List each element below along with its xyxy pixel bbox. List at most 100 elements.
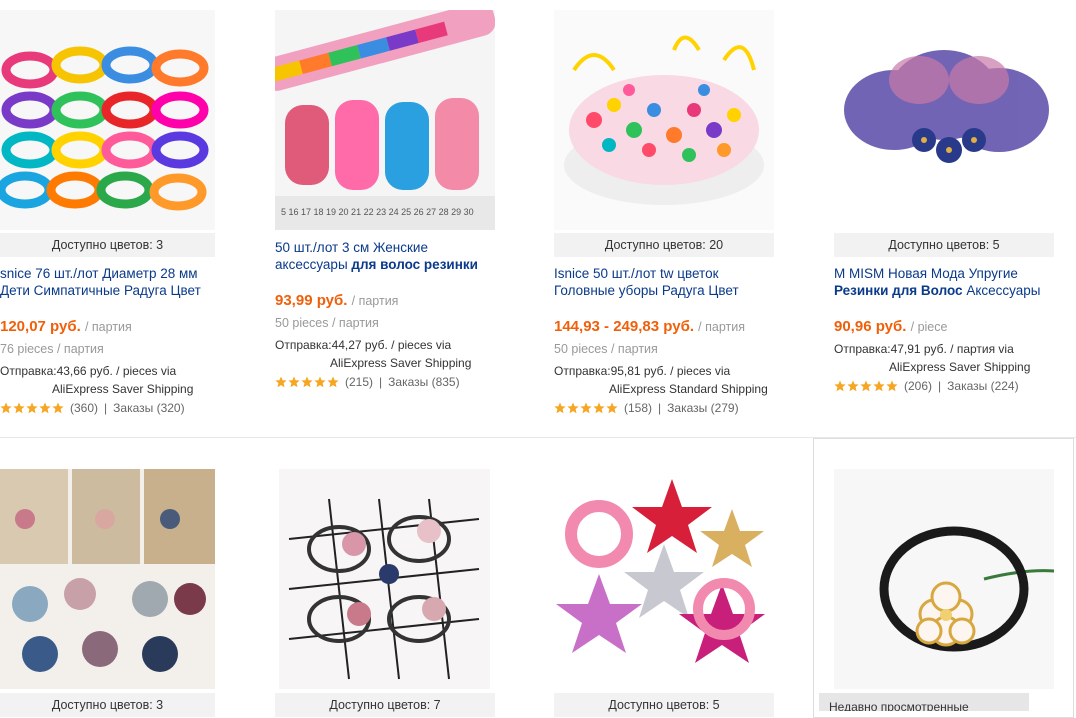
separator: | — [104, 401, 108, 415]
orders-count[interactable]: Заказы (224) — [947, 379, 1018, 393]
shipping-price: Отправка:44,27 руб. / pieces via — [275, 338, 452, 352]
separator: | — [658, 401, 662, 415]
price-unit: / piece — [910, 320, 948, 334]
product-image-1[interactable] — [0, 10, 215, 230]
hair-ties-rainbow-image — [0, 10, 215, 230]
product-image-8[interactable] — [834, 469, 1054, 689]
star-icon — [0, 402, 12, 414]
title-line-1: 50 шт./лот 3 см Женские — [275, 240, 428, 255]
star-icon — [860, 380, 872, 392]
review-count[interactable]: (215) — [345, 375, 373, 389]
shipping-info: Отправка:43,66 руб. / pieces via AliExpr… — [0, 362, 193, 398]
rating-stars-icon — [0, 402, 64, 414]
hair-ties-rolls-image: 5 16 17 18 19 20 21 22 23 24 25 26 27 28… — [275, 10, 495, 230]
shipping-info: Отправка:47,91 руб. / партия via AliExpr… — [834, 340, 1030, 376]
pieces-per-lot: 50 pieces / партия — [275, 316, 379, 330]
available-colors-badge: Доступно цветов: 3 — [0, 693, 215, 717]
rating-stars-icon — [834, 380, 898, 392]
pieces-per-lot: 50 pieces / партия — [554, 342, 658, 356]
star-icon — [275, 376, 287, 388]
price-unit: / партия — [351, 294, 399, 308]
flower-hair-ties-model-image — [0, 469, 215, 689]
flower-hair-ties-bowl-image — [554, 10, 774, 230]
orders-count[interactable]: Заказы (279) — [667, 401, 738, 415]
shipping-method: AliExpress Saver Shipping — [889, 360, 1031, 374]
available-colors-badge: Доступно цветов: 3 — [0, 233, 215, 257]
rating-row: (206) | Заказы (224) — [834, 379, 1019, 393]
title-line-1: snice 76 шт./лот Диаметр 28 мм — [0, 266, 198, 281]
rating-stars-icon — [554, 402, 618, 414]
star-icon — [13, 402, 25, 414]
star-icon — [886, 380, 898, 392]
rating-row: (360) | Заказы (320) — [0, 401, 185, 415]
product-image-7[interactable] — [554, 469, 774, 689]
orders-count[interactable]: Заказы (835) — [388, 375, 459, 389]
star-icon — [847, 380, 859, 392]
flower-hair-ties-grid-image — [279, 469, 490, 689]
product-image-2[interactable]: 5 16 17 18 19 20 21 22 23 24 25 26 27 28… — [275, 10, 495, 230]
product-image-5[interactable] — [0, 469, 215, 689]
star-icon — [314, 376, 326, 388]
rating-row: (215) | Заказы (835) — [275, 375, 460, 389]
orders-count[interactable]: Заказы (320) — [113, 401, 184, 415]
shipping-info: Отправка:95,81 руб. / pieces via AliExpr… — [554, 362, 768, 398]
shipping-info: Отправка:44,27 руб. / pieces via AliExpr… — [275, 336, 471, 372]
title-line-1: M MISM Новая Мода Упругие — [834, 266, 1018, 281]
price-value: 120,07 руб. — [0, 318, 81, 335]
title-line-1: Isnice 50 шт./лот tw цветок — [554, 266, 719, 281]
star-icon — [606, 402, 618, 414]
star-icon — [873, 380, 885, 392]
price-value: 93,99 руб. — [275, 292, 348, 309]
shipping-price: Отправка:43,66 руб. / pieces via — [0, 364, 177, 378]
product-title-link[interactable]: snice 76 шт./лот Диаметр 28 мм Дети Симп… — [0, 265, 215, 299]
product-price: 144,93 - 249,83 руб. / партия — [554, 318, 745, 335]
title-line-2: аксессуары для волос резинки — [275, 257, 478, 272]
product-price: 93,99 руб. / партия — [275, 292, 398, 309]
star-icon — [26, 402, 38, 414]
product-image-6[interactable] — [279, 469, 490, 689]
shipping-method: AliExpress Standard Shipping — [609, 382, 768, 396]
product-title-link[interactable]: Isnice 50 шт./лот tw цветок Головные убо… — [554, 265, 774, 299]
available-colors-badge: Доступно цветов: 5 — [834, 233, 1054, 257]
price-unit: / партия — [698, 320, 745, 334]
product-title-link[interactable]: 50 шт./лот 3 см Женские аксессуары для в… — [275, 239, 495, 273]
title-line-2: Головные уборы Радуга Цвет — [554, 283, 739, 298]
star-icon — [834, 380, 846, 392]
star-icon — [39, 402, 51, 414]
svg-text:5 16 17 18 19 20 21 22 23 24 2: 5 16 17 18 19 20 21 22 23 24 25 26 27 28… — [281, 207, 474, 217]
review-count[interactable]: (206) — [904, 379, 932, 393]
camellia-hair-tie-image — [834, 469, 1054, 689]
star-icon — [580, 402, 592, 414]
review-count[interactable]: (158) — [624, 401, 652, 415]
price-value: 144,93 - 249,83 руб. — [554, 318, 694, 335]
star-icon — [301, 376, 313, 388]
star-icon — [52, 402, 64, 414]
shipping-price: Отправка:95,81 руб. / pieces via — [554, 364, 731, 378]
shipping-method: AliExpress Saver Shipping — [330, 356, 472, 370]
product-title-link[interactable]: M MISM Новая Мода Упругие Резинки для Во… — [834, 265, 1064, 299]
pieces-per-lot: 76 pieces / партия — [0, 342, 104, 356]
product-image-4[interactable] — [834, 10, 1054, 230]
title-line-2: Дети Симпатичные Радуга Цвет — [0, 283, 201, 298]
star-icon — [554, 402, 566, 414]
price-unit: / партия — [84, 320, 132, 334]
available-colors-badge: Доступно цветов: 7 — [275, 693, 495, 717]
star-icon — [327, 376, 339, 388]
rating-stars-icon — [275, 376, 339, 388]
title-line-2: Резинки для Волос Аксессуары — [834, 283, 1041, 298]
star-icon — [288, 376, 300, 388]
recently-viewed-tooltip[interactable]: Недавно просмотренные — [819, 693, 1029, 711]
available-colors-badge: Доступно цветов: 5 — [554, 693, 774, 717]
shipping-price: Отправка:47,91 руб. / партия via — [834, 342, 1014, 356]
product-price: 120,07 руб. / партия — [0, 318, 132, 335]
available-colors-badge: Доступно цветов: 20 — [554, 233, 774, 257]
separator: | — [379, 375, 383, 389]
rating-row: (158) | Заказы (279) — [554, 401, 739, 415]
shipping-method: AliExpress Saver Shipping — [52, 382, 194, 396]
organza-scrunchie-image — [834, 10, 1054, 230]
product-image-3[interactable] — [554, 10, 774, 230]
star-hair-ties-image — [554, 469, 774, 689]
review-count[interactable]: (360) — [70, 401, 98, 415]
star-icon — [567, 402, 579, 414]
product-price: 90,96 руб. / piece — [834, 318, 947, 335]
